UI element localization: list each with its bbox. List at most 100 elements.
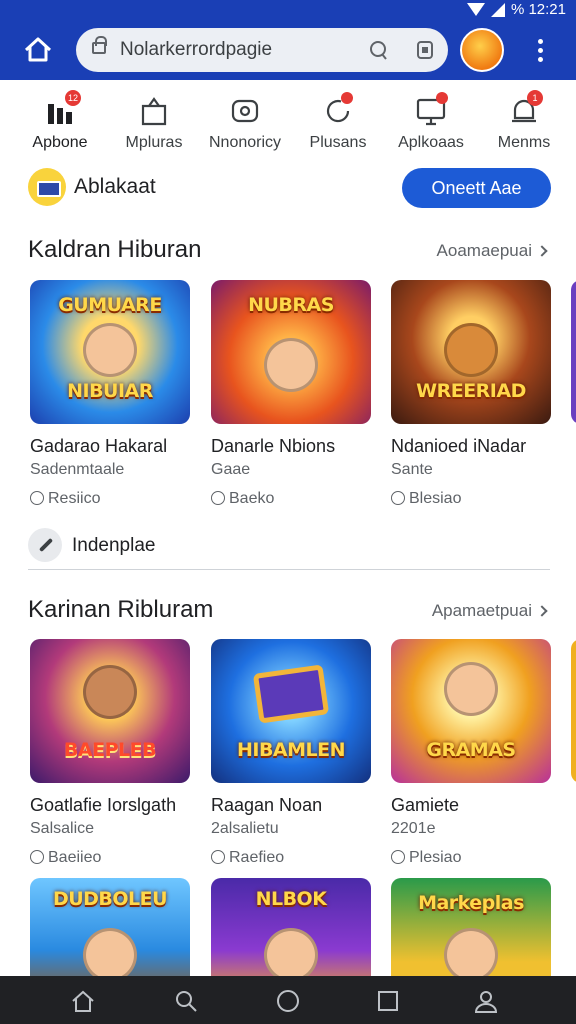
game-thumbnail[interactable]: DUDBOLEU bbox=[30, 878, 190, 976]
status-icon bbox=[30, 850, 44, 864]
character-art bbox=[444, 323, 498, 378]
nav-label: Mpluras bbox=[125, 134, 183, 151]
section-title: Kaldran Hiburan bbox=[28, 236, 202, 263]
status-icons: % 12:21 bbox=[466, 1, 566, 18]
section-title: Karinan Ribluram bbox=[28, 596, 214, 623]
thumbnail-title: HIBAMLEN bbox=[236, 739, 346, 761]
bell-icon: 1 bbox=[507, 90, 543, 128]
game-title: Raagan Noan bbox=[211, 795, 323, 815]
lock-icon bbox=[92, 36, 107, 54]
wifi-icon bbox=[466, 3, 485, 16]
character-art bbox=[83, 928, 137, 976]
game-card-peek[interactable] bbox=[571, 639, 576, 875]
url-text[interactable]: Nolarkerrordpagie bbox=[120, 39, 272, 61]
game-thumbnail[interactable]: HIBAMLEN bbox=[211, 639, 371, 783]
pin-icon bbox=[28, 528, 62, 562]
status-icon bbox=[30, 491, 44, 505]
game-thumbnail[interactable]: NLBOK bbox=[211, 878, 371, 976]
system-nav-bar bbox=[0, 976, 576, 1024]
game-subtitle: Salsalice bbox=[30, 820, 95, 837]
install-row[interactable]: Indenplae bbox=[28, 528, 550, 570]
game-thumbnail[interactable]: GRAMAS bbox=[391, 639, 551, 783]
game-card[interactable]: DUDBOLEU bbox=[30, 878, 190, 976]
game-card[interactable]: GUMUARE NIBUIAR Gadarao Hakaral Sadenmta… bbox=[30, 280, 190, 516]
nav-item-aplkoaas[interactable]: Aplkoaas bbox=[383, 88, 479, 160]
game-meta: Resiico bbox=[30, 490, 100, 508]
game-card[interactable]: BAEPLEB Goatlafie Iorslgath Salsalice Ba… bbox=[30, 639, 190, 875]
section-header-2: Karinan Ribluram Apamaetpuai bbox=[0, 592, 576, 628]
nav-item-nnonoricy[interactable]: Nnonoricy bbox=[197, 88, 293, 160]
more-options-button[interactable] bbox=[528, 30, 552, 70]
treasure-chest-art bbox=[252, 664, 330, 724]
thumbnail-title-top: NLBOK bbox=[255, 888, 327, 910]
profile-icon[interactable] bbox=[473, 988, 499, 1014]
game-card[interactable]: GRAMAS Gamiete 2201e Plesiao bbox=[391, 639, 551, 875]
lens-icon[interactable] bbox=[368, 39, 390, 61]
signal-icon bbox=[490, 2, 505, 17]
chevron-right-icon bbox=[536, 605, 548, 617]
circle-home-icon[interactable] bbox=[275, 988, 301, 1014]
see-more-link[interactable]: Apamaetpuai bbox=[431, 601, 548, 621]
game-meta-label: Baeiieo bbox=[48, 849, 102, 866]
game-card[interactable]: NUBRAS Danarle Nbions Gaae Baeko bbox=[211, 280, 371, 516]
nav-item-menms[interactable]: 1 Menms bbox=[476, 88, 572, 160]
monitor-icon bbox=[414, 92, 448, 128]
recents-icon[interactable] bbox=[375, 988, 401, 1014]
game-subtitle: 2201e bbox=[391, 820, 436, 837]
home-button[interactable] bbox=[18, 30, 58, 70]
thumbnail-title-top: GUMUARE bbox=[58, 294, 162, 316]
nav-item-plusans[interactable]: Plusans bbox=[290, 88, 386, 160]
nav-badge: 12 bbox=[65, 90, 82, 106]
section-header-1: Kaldran Hiburan Aoamaepuai bbox=[0, 232, 576, 268]
nav-item-apbone[interactable]: 12 Apbone bbox=[12, 88, 108, 160]
browser-toolbar: Nolarkerrordpagie bbox=[0, 20, 576, 80]
status-bar: % 12:21 bbox=[0, 0, 576, 20]
thumbnail-title-top: NUBRAS bbox=[248, 294, 334, 316]
game-card[interactable]: Markeplas bbox=[391, 878, 551, 976]
game-thumbnail[interactable]: NUBRAS bbox=[211, 280, 371, 424]
game-card[interactable]: WREERIAD Ndanioed iNadar Sante Blesiao bbox=[391, 280, 551, 516]
refresh-icon bbox=[321, 92, 355, 128]
character-art bbox=[83, 323, 137, 378]
game-meta-label: Raefieo bbox=[229, 849, 285, 866]
game-thumbnail[interactable] bbox=[571, 639, 576, 783]
thumbnail-title: GRAMAS bbox=[426, 739, 516, 761]
profile-avatar[interactable] bbox=[460, 28, 504, 72]
nav-label: Plusans bbox=[309, 134, 367, 151]
game-thumbnail[interactable]: BAEPLEB bbox=[30, 639, 190, 783]
game-card[interactable]: HIBAMLEN Raagan Noan 2alsalietu Raefieo bbox=[211, 639, 371, 875]
chevron-right-icon bbox=[536, 245, 548, 257]
game-meta: Baeko bbox=[211, 490, 274, 508]
game-title: Gamiete bbox=[391, 795, 460, 815]
game-card-peek[interactable] bbox=[571, 280, 576, 516]
game-thumbnail[interactable] bbox=[571, 280, 576, 424]
nav-label: Apbone bbox=[32, 134, 88, 151]
game-card[interactable]: NLBOK bbox=[211, 878, 371, 976]
tab-switcher-icon[interactable] bbox=[414, 39, 436, 61]
see-more-label: Apamaetpuai bbox=[431, 601, 532, 620]
nav-item-mpluras[interactable]: Mpluras bbox=[106, 88, 202, 160]
game-thumbnail[interactable]: WREERIAD bbox=[391, 280, 551, 424]
status-icon bbox=[391, 850, 405, 864]
game-row-2: BAEPLEB Goatlafie Iorslgath Salsalice Ba… bbox=[0, 639, 576, 875]
status-icon bbox=[211, 491, 225, 505]
game-subtitle: Gaae bbox=[211, 461, 251, 478]
thumbnail-title: NIBUIAR bbox=[67, 380, 153, 402]
game-thumbnail[interactable]: GUMUARE NIBUIAR bbox=[30, 280, 190, 424]
game-thumbnail[interactable]: Markeplas bbox=[391, 878, 551, 976]
thumbnail-title-top: Markeplas bbox=[418, 892, 524, 914]
see-more-link[interactable]: Aoamaepuai bbox=[437, 241, 548, 261]
search-icon[interactable] bbox=[173, 988, 199, 1014]
game-meta-label: Blesiao bbox=[409, 490, 462, 507]
home-icon bbox=[24, 37, 52, 62]
game-subtitle: Sante bbox=[391, 461, 433, 478]
nav-label: Aplkoaas bbox=[398, 134, 464, 151]
character-art bbox=[444, 662, 498, 717]
home-icon[interactable] bbox=[70, 988, 96, 1014]
address-bar[interactable]: Nolarkerrordpagie bbox=[76, 28, 448, 72]
grid-icon: 12 bbox=[43, 90, 82, 128]
nav-label: Menms bbox=[497, 134, 551, 151]
status-icon bbox=[211, 850, 225, 864]
applet-action-button[interactable]: Oneett Aae bbox=[402, 168, 551, 208]
nav-label: Nnonoricy bbox=[208, 134, 282, 151]
